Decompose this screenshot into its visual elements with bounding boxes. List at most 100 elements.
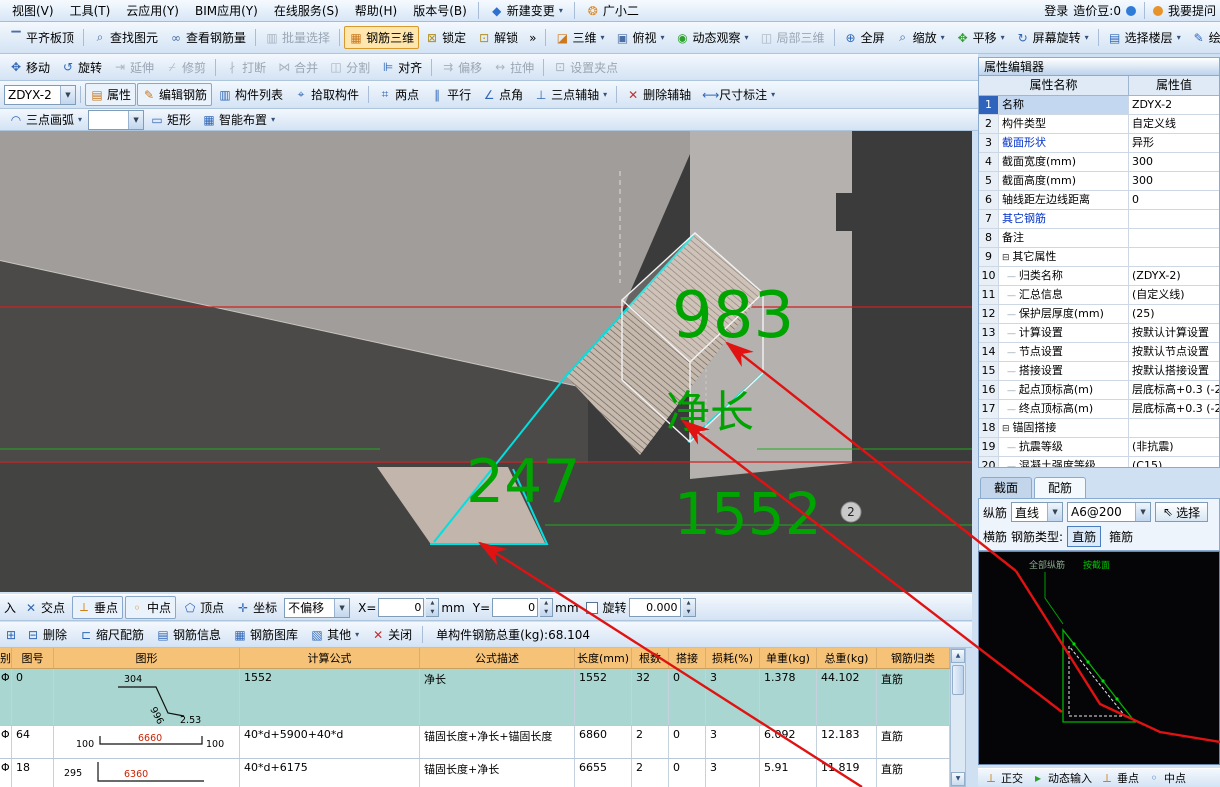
property-row[interactable]: 3截面形状异形 [979,134,1219,153]
btn-coordinate[interactable]: ✛坐标 [231,596,282,619]
property-row[interactable]: 4截面宽度(mm)300 [979,153,1219,172]
dropdown-arrow-icon[interactable]: ▼ [1135,503,1150,521]
menu-online-service[interactable]: 在线服务(S) [266,0,347,22]
btn-rebar-3d[interactable]: ▦钢筋三维 [344,26,419,49]
property-value[interactable] [1129,229,1219,247]
btn-full-screen[interactable]: ⊕全屏 [839,26,890,49]
btn-lock[interactable]: ⊠锁定 [420,26,471,49]
snap-clipped[interactable]: 入 [3,596,17,619]
property-value[interactable]: (非抗震) [1129,438,1219,456]
property-value[interactable]: 300 [1129,153,1219,171]
property-value[interactable]: 按默认节点设置 [1129,343,1219,361]
btn-dynamic-input[interactable]: ▸动态输入 [1027,768,1096,787]
property-value[interactable]: (25) [1129,305,1219,323]
offset-mode-combo[interactable]: 不偏移▼ [284,598,350,618]
dropdown-arrow-icon[interactable]: ▼ [1047,503,1062,521]
menu-new-change[interactable]: ◆新建变更▾ [482,0,571,22]
property-row[interactable]: 2构件类型自定义线 [979,115,1219,134]
property-row[interactable]: 17终点顶标高(m)层底标高+0.3 (-2 [979,400,1219,419]
property-value[interactable] [1129,419,1219,437]
btn-select-floor[interactable]: ▤选择楼层▾ [1103,26,1186,49]
btn-midpoint[interactable]: ◦中点 [125,596,176,619]
btn-view-3d[interactable]: ◪三维▾ [550,26,609,49]
btn-more-tools[interactable]: » [524,28,541,48]
btn-rotate[interactable]: ↺旋转 [56,56,107,79]
menu-assistant[interactable]: ❂广小二 [578,0,647,22]
btn-close[interactable]: ✕关闭 [366,623,417,646]
property-value[interactable] [1129,248,1219,266]
property-row[interactable]: 8备注 [979,229,1219,248]
table-row-2[interactable]: Φ 64 100 6660 100 40*d+5900+40*d 锚固长度+净长… [0,726,950,759]
btn-unlock[interactable]: ⊡解锁 [472,26,523,49]
line-style-combo[interactable]: ▼ [88,110,144,130]
tab-rebar[interactable]: 配筋 [1034,477,1086,498]
btn-dimension[interactable]: ⟷尺寸标注▾ [697,83,780,106]
property-row[interactable]: 18锚固搭接 [979,419,1219,438]
btn-component-list[interactable]: ▥构件列表 [213,83,288,106]
property-value[interactable]: 0 [1129,191,1219,209]
btn-intersection[interactable]: ✕交点 [19,596,70,619]
btn-vertex[interactable]: ⬠顶点 [178,596,229,619]
property-row[interactable]: 1名称ZDYX-2 [979,96,1219,115]
btn-point-angle[interactable]: ∠点角 [477,83,528,106]
tab-section[interactable]: 截面 [980,477,1032,498]
property-row[interactable]: 10归类名称(ZDYX-2) [979,267,1219,286]
btn-align[interactable]: ⊫对齐 [376,56,427,79]
btn-delete-row[interactable]: ⊟删除 [21,623,72,646]
property-row[interactable]: 16起点顶标高(m)层底标高+0.3 (-2 [979,381,1219,400]
property-value[interactable]: 层底标高+0.3 (-2 [1129,381,1219,399]
btn-ortho[interactable]: ⟂正交 [980,768,1027,787]
btn-zoom[interactable]: ⌕缩放▾ [891,26,950,49]
property-row[interactable]: 6轴线距左边线距离0 [979,191,1219,210]
table-row-1[interactable]: Φ 0 304 996 2.53 1552 净长 1552 32 0 3 1.3… [0,669,950,726]
property-value[interactable]: ZDYX-2 [1129,96,1219,114]
btn-scale-rebar[interactable]: ⊏缩尺配筋 [74,623,149,646]
btn-orbit[interactable]: ◉动态观察▾ [671,26,754,49]
btn-midpoint-2[interactable]: ◦中点 [1143,768,1190,787]
rebar-spec-combo[interactable]: A6@200 ▼ [1067,502,1151,522]
btn-smart-layout[interactable]: ▦智能布置▾ [197,109,280,131]
property-row[interactable]: 19抗震等级(非抗震) [979,438,1219,457]
btn-pick-component[interactable]: ⌖拾取构件 [289,83,364,106]
bell-icon[interactable] [1126,6,1136,16]
y-input[interactable] [492,598,538,617]
property-row[interactable]: 20混凝土强度等级(C15) [979,457,1219,468]
property-row[interactable]: 13计算设置按默认计算设置 [979,324,1219,343]
btn-rectangle[interactable]: ▭矩形 [145,109,196,131]
btn-top-view[interactable]: ▣俯视▾ [610,26,669,49]
btn-three-point-arc[interactable]: ◠三点画弧▾ [4,109,87,131]
ask-question-button[interactable]: 我要提问 [1168,2,1216,19]
btn-align-slab-top[interactable]: ▔平齐板顶 [4,26,79,49]
property-value[interactable]: (ZDYX-2) [1129,267,1219,285]
btn-rebar-library[interactable]: ▦钢筋图库 [228,623,303,646]
btn-two-points[interactable]: ⌗两点 [373,83,424,106]
scroll-up-icon[interactable]: ▲ [951,649,965,663]
menu-cloud-app[interactable]: 云应用(Y) [118,0,187,22]
property-value[interactable]: (自定义线) [1129,286,1219,304]
x-input[interactable] [378,598,424,617]
property-row[interactable]: 15搭接设置按默认搭接设置 [979,362,1219,381]
scrollbar-thumb[interactable] [952,665,964,695]
rotate-input[interactable] [629,598,681,617]
property-row[interactable]: 9其它属性 [979,248,1219,267]
table-row-3[interactable]: Φ 18 295 6360 40*d+6175 锚固长度+净长 6655 2 0… [0,759,950,787]
component-select-combo[interactable]: ZDYX-2▼ [4,85,76,105]
type-option-stirrup[interactable]: 箍筋 [1105,527,1137,546]
property-editor-titlebar[interactable]: 属性编辑器 [978,57,1220,76]
property-row[interactable]: 12保护层厚度(mm)(25) [979,305,1219,324]
btn-move[interactable]: ✥移动 [4,56,55,79]
property-row[interactable]: 7其它钢筋 [979,210,1219,229]
property-value[interactable]: 300 [1129,172,1219,190]
btn-find-element[interactable]: ⌕查找图元 [88,26,163,49]
property-value[interactable] [1129,210,1219,228]
btn-pan[interactable]: ✥平移▾ [951,26,1010,49]
menu-tools[interactable]: 工具(T) [62,0,119,22]
btn-draw-clipped[interactable]: ✎绘 [1187,26,1220,49]
btn-edit-rebar[interactable]: ✎编辑钢筋 [137,83,212,106]
property-row[interactable]: 11汇总信息(自定义线) [979,286,1219,305]
line-style-combo-dropdown-icon[interactable]: ▼ [128,111,143,129]
property-row[interactable]: 14节点设置按默认节点设置 [979,343,1219,362]
property-value[interactable]: 自定义线 [1129,115,1219,133]
property-value[interactable]: 按默认计算设置 [1129,324,1219,342]
property-value[interactable]: (C15) [1129,457,1219,468]
